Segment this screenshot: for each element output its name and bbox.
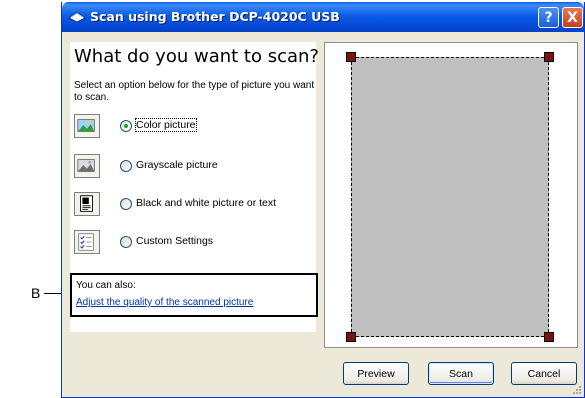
color-picture-icon[interactable] <box>74 114 100 138</box>
scanner-icon <box>68 11 86 23</box>
callout-b-label: B <box>31 285 41 301</box>
black-white-picture-icon[interactable] <box>74 192 100 216</box>
help-button[interactable]: ? <box>538 7 559 28</box>
preview-button[interactable]: Preview <box>343 362 409 385</box>
resize-grip-icon[interactable] <box>572 385 582 395</box>
instructions-text: Select an option below for the type of p… <box>74 80 315 103</box>
option-color-picture[interactable]: Color picture <box>74 114 314 140</box>
color-picture-radio[interactable] <box>120 120 132 132</box>
cancel-button[interactable]: Cancel <box>511 362 577 385</box>
custom-settings-icon[interactable] <box>74 230 100 254</box>
scan-dialog-window: Scan using Brother DCP-4020C USB ? X Wha… <box>61 2 585 398</box>
adjust-quality-link[interactable]: Adjust the quality of the scanned pictur… <box>76 297 253 308</box>
crop-handle-bottom-right[interactable] <box>544 332 554 342</box>
color-picture-label[interactable]: Color picture <box>135 118 197 132</box>
grayscale-picture-icon[interactable] <box>74 154 100 178</box>
black-white-picture-radio[interactable] <box>120 198 132 210</box>
scan-button[interactable]: Scan <box>428 362 494 385</box>
grayscale-picture-label[interactable]: Grayscale picture <box>136 159 218 171</box>
also-section: You can also: Adjust the quality of the … <box>70 273 318 317</box>
custom-settings-label[interactable]: Custom Settings <box>136 235 213 247</box>
scan-region[interactable] <box>351 57 549 337</box>
grayscale-picture-radio[interactable] <box>120 160 132 172</box>
custom-settings-radio[interactable] <box>120 236 132 248</box>
also-label: You can also: <box>76 280 136 291</box>
close-button[interactable]: X <box>562 7 583 28</box>
crop-handle-bottom-left[interactable] <box>346 332 356 342</box>
option-custom-settings[interactable]: Custom Settings <box>74 230 314 256</box>
black-white-picture-label[interactable]: Black and white picture or text <box>136 197 276 209</box>
window-title: Scan using Brother DCP-4020C USB <box>90 9 340 24</box>
crop-handle-top-right[interactable] <box>544 52 554 62</box>
title-bar[interactable]: Scan using Brother DCP-4020C USB ? X <box>62 2 584 32</box>
page-title: What do you want to scan? <box>74 46 319 67</box>
crop-handle-top-left[interactable] <box>346 52 356 62</box>
option-grayscale-picture[interactable]: Grayscale picture <box>74 154 314 180</box>
preview-area <box>324 42 578 348</box>
option-black-white-picture[interactable]: Black and white picture or text <box>74 192 314 218</box>
